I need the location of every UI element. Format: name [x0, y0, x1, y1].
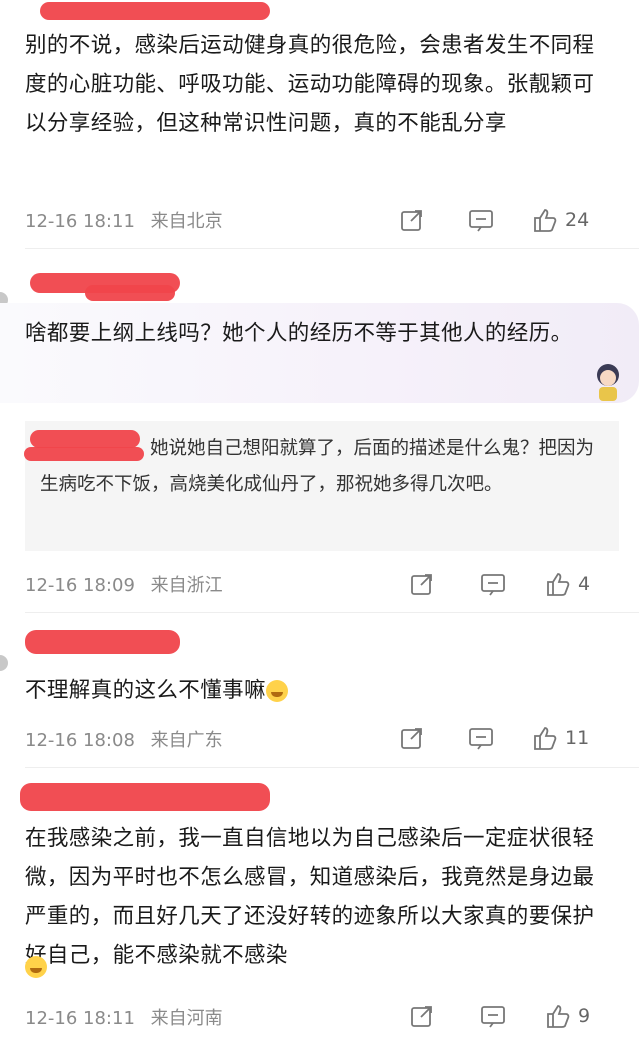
- comment-actions: 9: [379, 1001, 639, 1031]
- divider: [25, 612, 639, 613]
- comment-text: 不理解真的这么不懂事嘛: [25, 671, 615, 710]
- like-button[interactable]: 11: [531, 723, 589, 753]
- share-button[interactable]: [399, 205, 425, 235]
- comment-button[interactable]: [479, 1001, 507, 1031]
- comment-icon: [481, 1006, 505, 1028]
- redacted-username: [85, 285, 175, 301]
- redacted-username: [25, 630, 180, 654]
- like-count: 4: [578, 573, 591, 595]
- divider: [25, 767, 639, 768]
- comment-actions: 24: [379, 205, 639, 235]
- comment-actions: 4: [379, 569, 639, 599]
- share-icon: [401, 210, 422, 231]
- share-button[interactable]: [409, 569, 435, 599]
- redacted-username: [20, 783, 270, 811]
- emoji-icon: [25, 956, 47, 978]
- laughing-emoji-icon: [265, 680, 288, 702]
- comment-time: 12-16 18:08: [25, 730, 135, 751]
- comment-actions: 11: [379, 723, 639, 753]
- share-button[interactable]: [399, 723, 425, 753]
- comment-button[interactable]: [467, 205, 495, 235]
- like-button[interactable]: 4: [544, 569, 590, 599]
- comment-meta: 12-16 18:11 来自河南: [25, 1004, 233, 1030]
- comment-meta: 12-16 18:09 来自浙江: [25, 571, 233, 597]
- quoted-text: 她说她自己想阳就算了，后面的描述是什么鬼？把因为生病吃不下饭，高烧美化成仙丹了，…: [40, 438, 595, 495]
- comment-time: 12-16 18:11: [25, 211, 135, 232]
- like-count: 11: [565, 727, 590, 749]
- comment-text: 别的不说，感染后运动健身真的很危险，会患者发生不同程度的心脏功能、呼吸功能、运动…: [25, 33, 595, 136]
- comment-location: 来自浙江: [150, 575, 223, 596]
- like-button[interactable]: 9: [544, 1001, 590, 1031]
- comment-button[interactable]: [467, 723, 495, 753]
- redacted-username: [40, 2, 270, 20]
- avatar-decoration: [590, 360, 626, 404]
- like-icon: [534, 209, 557, 232]
- share-icon: [411, 574, 432, 595]
- like-count: 9: [578, 1005, 591, 1027]
- comment-text: 啥都要上纲上线吗？她个人的经历不等于其他人的经历。: [25, 321, 573, 346]
- share-icon: [401, 728, 422, 749]
- like-icon: [547, 1005, 570, 1028]
- share-button[interactable]: [409, 1001, 435, 1031]
- comment-text: 在我感染之前，我一直自信地以为自己感染后一定症状很轻微，因为平时也不怎么感冒，知…: [25, 826, 595, 968]
- comment-icon: [469, 728, 493, 750]
- comment-location: 来自北京: [150, 211, 223, 232]
- like-count: 24: [565, 209, 590, 231]
- share-icon: [411, 1006, 432, 1027]
- comment-icon: [469, 210, 493, 232]
- comment-meta: 12-16 18:11 来自北京: [25, 207, 233, 233]
- comment-meta: 12-16 18:08 来自广东: [25, 726, 233, 752]
- like-button[interactable]: 24: [531, 205, 589, 235]
- comment-icon: [481, 574, 505, 596]
- like-icon: [547, 573, 570, 596]
- avatar: [0, 655, 8, 671]
- like-icon: [534, 727, 557, 750]
- divider: [25, 248, 639, 249]
- comment-location: 来自河南: [150, 1008, 223, 1029]
- comment-time: 12-16 18:11: [25, 1008, 135, 1029]
- comment-time: 12-16 18:09: [25, 575, 135, 596]
- comment-button[interactable]: [479, 569, 507, 599]
- comment-location: 来自广东: [150, 730, 223, 751]
